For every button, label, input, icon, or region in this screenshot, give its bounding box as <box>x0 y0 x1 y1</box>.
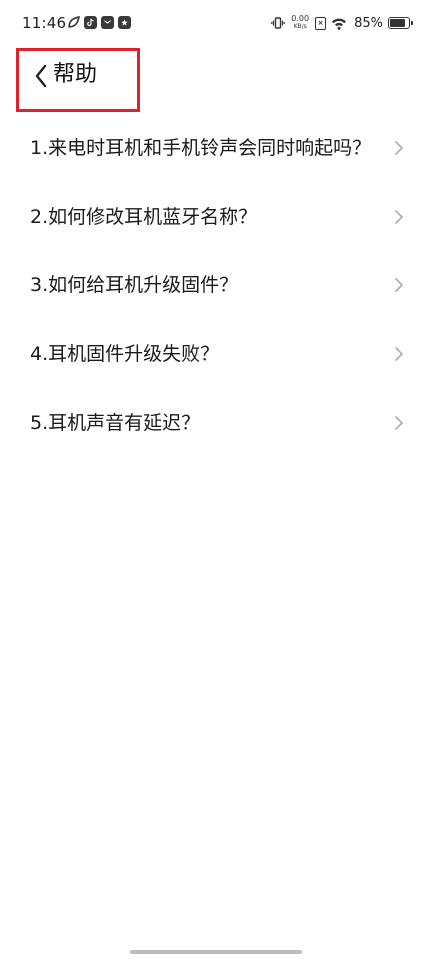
faq-item-label: 4.耳机固件升级失败？ <box>30 342 220 365</box>
faq-item-label: 1.来电时耳机和手机铃声会同时响起吗？ <box>30 137 372 159</box>
faq-item-5[interactable]: 5.耳机声音有延迟？ <box>0 388 432 457</box>
battery-fill <box>390 19 406 27</box>
network-speed: 0.00 KB/s <box>291 15 309 31</box>
faq-list: 1.来电时耳机和手机铃声会同时响起吗？ 2.如何修改耳机蓝牙名称？ 3.如何给耳… <box>0 112 432 457</box>
network-speed-unit: KB/s <box>293 23 307 30</box>
notification-icons <box>67 16 131 29</box>
status-time: 11:46 <box>22 14 67 32</box>
system-icons: 0.00 KB/s × 85% <box>271 13 413 33</box>
faq-item-2[interactable]: 2.如何修改耳机蓝牙名称？ <box>0 184 432 250</box>
chevron-right-icon <box>395 277 403 292</box>
mail-icon <box>101 16 114 29</box>
faq-item-4[interactable]: 4.耳机固件升级失败？ <box>0 319 432 388</box>
header-highlight-box: 帮助 <box>16 48 140 112</box>
tiktok-icon <box>84 16 97 29</box>
network-speed-value: 0.00 <box>291 14 310 23</box>
faq-item-label: 3.如何给耳机升级固件？ <box>30 273 239 296</box>
vibrate-icon <box>271 16 286 30</box>
star-message-icon <box>118 16 131 29</box>
chevron-left-icon <box>35 64 47 88</box>
faq-item-label: 2.如何修改耳机蓝牙名称？ <box>30 206 258 228</box>
wifi-icon <box>331 17 347 30</box>
faq-item-label: 5.耳机声音有延迟？ <box>30 411 201 434</box>
battery-icon <box>388 17 413 29</box>
leaf-icon <box>67 16 80 29</box>
battery-percent: 85% <box>354 15 383 31</box>
chevron-right-icon <box>395 141 403 155</box>
page-title: 帮助 <box>53 62 98 87</box>
status-bar: 11:46 0.00 KB/s × 85% <box>0 0 432 50</box>
chevron-right-icon <box>395 210 403 224</box>
chevron-right-icon <box>395 415 403 430</box>
faq-item-3[interactable]: 3.如何给耳机升级固件？ <box>0 250 432 319</box>
sim-icon: × <box>315 16 327 30</box>
faq-item-1[interactable]: 1.来电时耳机和手机铃声会同时响起吗？ <box>0 112 432 184</box>
home-indicator[interactable] <box>130 950 302 954</box>
back-button[interactable] <box>29 61 53 91</box>
chevron-right-icon <box>395 346 403 361</box>
